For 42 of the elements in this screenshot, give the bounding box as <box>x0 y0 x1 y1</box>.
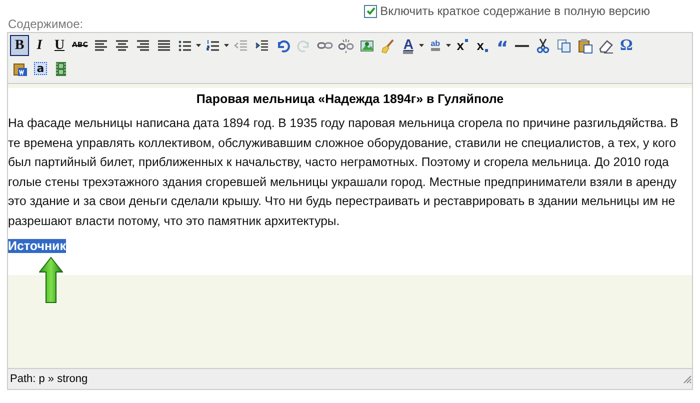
caret-icon <box>224 44 229 47</box>
film-strip-icon <box>56 62 66 76</box>
caret-icon <box>446 44 451 47</box>
superscript-button[interactable]: x <box>452 35 472 56</box>
paste-word-icon <box>12 60 28 76</box>
paste-text-button[interactable]: a <box>31 58 50 79</box>
source-link[interactable]: Источник <box>8 239 66 253</box>
unlink-icon <box>338 38 354 54</box>
indent-icon <box>254 38 270 54</box>
image-icon <box>358 38 375 54</box>
caret-icon <box>418 44 424 47</box>
checkbox[interactable] <box>364 4 378 18</box>
eraser-icon <box>598 38 614 54</box>
horizontal-rule-icon <box>515 44 530 46</box>
redo-icon <box>296 38 312 54</box>
brush-icon <box>380 38 396 54</box>
italic-button[interactable]: I <box>30 35 49 56</box>
field-label: Содержимое: <box>8 17 84 31</box>
align-center-icon <box>114 38 130 54</box>
justify-icon <box>156 38 172 54</box>
align-left-icon <box>92 38 109 54</box>
resize-grip-icon <box>682 374 692 384</box>
quote-button[interactable]: “ <box>492 35 512 56</box>
underline-button[interactable]: U <box>50 35 69 56</box>
subscript-button[interactable]: x <box>472 35 492 56</box>
highlight-color-button[interactable]: ab <box>426 35 445 56</box>
caret-icon <box>196 44 201 47</box>
up-arrow-icon <box>39 257 63 303</box>
copy-icon <box>556 38 572 54</box>
special-character-button[interactable]: Ω <box>616 35 636 56</box>
text-color-button[interactable]: A <box>398 35 418 56</box>
bold-button[interactable]: B <box>10 35 29 56</box>
outdent-icon <box>232 38 249 54</box>
cut-icon <box>534 38 551 54</box>
checkmark-icon <box>366 6 376 16</box>
article-heading: Паровая мельница «Надежда 1894г» в Гуляйполе <box>195 92 505 106</box>
align-right-icon <box>134 38 151 54</box>
element-path: Path: p » strong <box>10 373 88 385</box>
numbered-list-icon <box>204 38 221 54</box>
paste-icon <box>576 38 593 54</box>
article-paragraph: На фасаде мельницы написана дата 1894 год. В 1935 году паровая мельница сгорела по причине разгильдяйства. В те времена управлять коллективом, обслуживавшим сложное оборудование, ставили не специалистов, а тех, у кого был партийный билет, приближенных к начальству, часто неграмотных. Поэтому и сгорела мельница. До 2010 года голые стены трехэтажного здания сгоревшей мельницы украшали город. Местные предприниматели взяли в аренду это здание и за свои деньги сделали крышу. Что ни будь перестраивать и реставрировать в здании мельницы им не разрешают власти потому, что это памятник архитектуры. <box>8 115 680 230</box>
checkbox-label: Включить краткое содержание в полную версию <box>380 4 650 18</box>
